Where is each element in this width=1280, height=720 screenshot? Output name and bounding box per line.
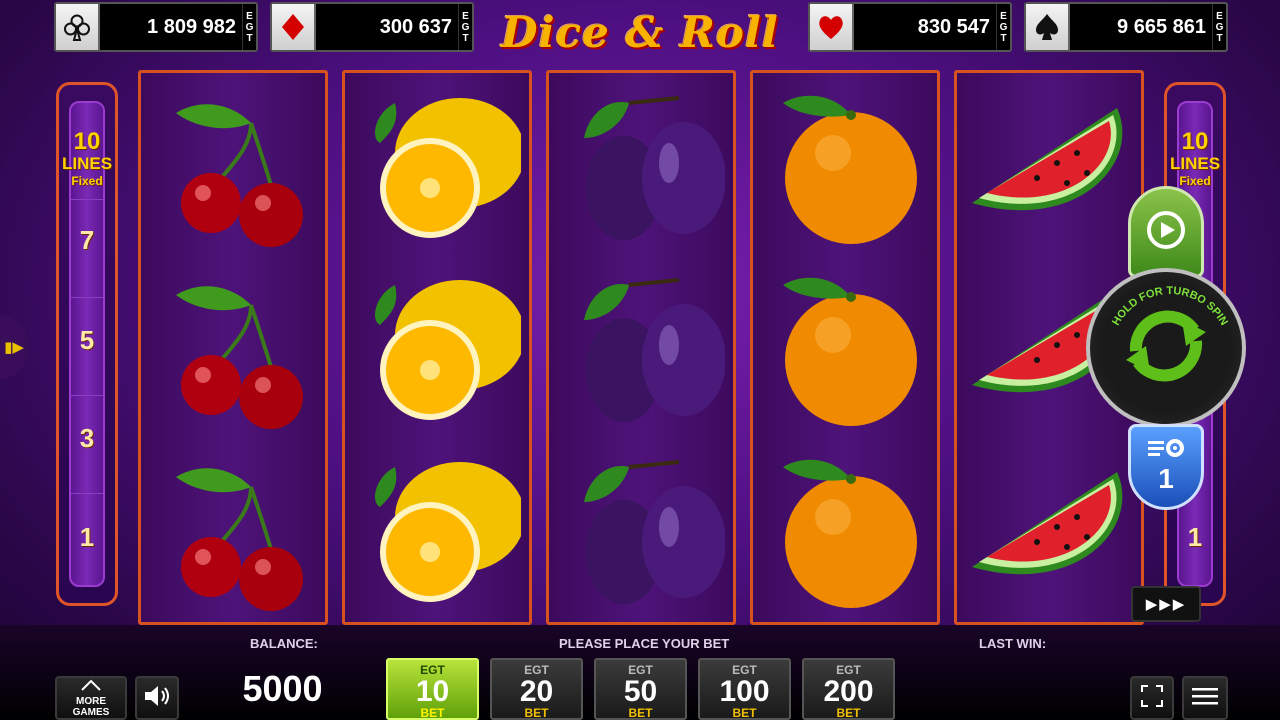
jackpot-value: 830 547 xyxy=(917,15,990,38)
orange-icon xyxy=(763,447,929,613)
jackpot-clubs: 1 809 982 EGT xyxy=(54,2,258,52)
line-number: 1 xyxy=(1187,522,1203,552)
lines-label: LINES xyxy=(61,154,113,173)
bet-amount: 20 xyxy=(519,675,554,708)
line-number: 3 xyxy=(79,423,95,453)
watermelon-icon xyxy=(967,83,1133,249)
jackpot-value: 300 637 xyxy=(379,15,452,38)
bet-label: BET xyxy=(836,706,861,720)
turbo-spin-text: HOLD FOR TURBO SPIN xyxy=(1110,285,1230,328)
clubs-icon xyxy=(56,4,100,50)
jackpot-value: 9 665 861 xyxy=(1117,15,1206,38)
watermelon-icon xyxy=(967,447,1133,613)
bet-button-50[interactable]: EGT 50 BET xyxy=(594,658,687,720)
cherry-icon xyxy=(151,83,317,249)
hamburger-icon xyxy=(1192,686,1218,711)
speed-button[interactable]: ▶▶▶ xyxy=(1131,586,1201,622)
gear-icon xyxy=(1146,437,1186,464)
egt-badge: EGT xyxy=(242,4,256,50)
lines-count: 10 xyxy=(73,128,101,155)
bet-amount: 200 xyxy=(823,675,874,708)
bet-label: BET xyxy=(420,706,445,720)
bet-amount: 100 xyxy=(719,675,770,708)
svg-text:HOLD FOR TURBO SPIN: HOLD FOR TURBO SPIN xyxy=(1110,285,1230,328)
bet-amount: 10 xyxy=(415,675,450,708)
bet-label: BET xyxy=(628,706,653,720)
diamonds-icon xyxy=(272,4,316,50)
expand-icon: ▮▶ xyxy=(4,339,24,356)
bet-amount: 50 xyxy=(623,675,658,708)
more-games-button[interactable]: MORE GAMES xyxy=(55,676,127,720)
line-number: 7 xyxy=(79,225,95,255)
lemon-icon xyxy=(355,447,525,613)
cherry-icon xyxy=(151,265,317,431)
reel-1 xyxy=(138,70,328,625)
fullscreen-icon xyxy=(1140,684,1164,713)
balance-value: 5000 xyxy=(242,668,323,709)
fixed-label: Fixed xyxy=(1179,174,1211,188)
orange-icon xyxy=(763,83,929,249)
spades-icon xyxy=(1026,4,1070,50)
lines-count: 10 xyxy=(1181,128,1209,155)
fullscreen-button[interactable] xyxy=(1130,676,1174,720)
plum-icon xyxy=(559,83,726,249)
reel-2 xyxy=(342,70,532,625)
egt-badge: EGT xyxy=(996,4,1010,50)
menu-button[interactable] xyxy=(1182,676,1228,720)
lemon-icon xyxy=(355,265,525,431)
jackpot-hearts: 830 547 EGT xyxy=(808,2,1012,52)
bet-prompt: PLEASE PLACE YOUR BET xyxy=(559,636,730,651)
bet-label: BET xyxy=(524,706,549,720)
line-number: 1 xyxy=(79,522,95,552)
bet-button-20[interactable]: EGT 20 BET xyxy=(490,658,583,720)
line-number: 5 xyxy=(79,325,95,355)
side-menu-tab[interactable]: ▮▶ xyxy=(0,315,28,379)
bet-button-100[interactable]: EGT 100 BET xyxy=(698,658,791,720)
orange-icon xyxy=(763,265,929,431)
reel-3 xyxy=(546,70,736,625)
autoplay-icon xyxy=(1144,208,1188,257)
plum-icon xyxy=(559,265,726,431)
jackpot-spades: 9 665 861 EGT xyxy=(1024,2,1228,52)
bet-button-200[interactable]: EGT 200 BET xyxy=(802,658,895,720)
autoplay-count: 1 xyxy=(1158,463,1174,494)
bet-label: BET xyxy=(732,706,757,720)
fast-forward-icon: ▶▶▶ xyxy=(1145,596,1187,613)
reel-4 xyxy=(750,70,940,625)
auto-settings-button[interactable]: 1 xyxy=(1128,424,1204,510)
bet-button-10[interactable]: EGT 10 BET xyxy=(386,658,479,720)
spin-button[interactable]: HOLD FOR TURBO SPIN xyxy=(1086,268,1246,428)
home-icon xyxy=(80,678,102,696)
lines-panel-left: 10 LINES Fixed 7 5 3 1 xyxy=(56,82,118,606)
egt-badge: EGT xyxy=(1212,4,1226,50)
lemon-icon xyxy=(355,83,525,249)
last-win-label: LAST WIN: xyxy=(979,636,1047,651)
egt-badge: EGT xyxy=(458,4,472,50)
cherry-icon xyxy=(151,447,317,613)
plum-icon xyxy=(559,447,726,613)
autoplay-button[interactable] xyxy=(1128,186,1204,278)
jackpot-diamonds: 300 637 EGT xyxy=(270,2,474,52)
balance-label: BALANCE: xyxy=(250,636,318,651)
game-logo: Dice & Roll xyxy=(501,7,779,57)
hearts-icon xyxy=(810,4,854,50)
sound-button[interactable] xyxy=(135,676,179,720)
jackpot-value: 1 809 982 xyxy=(147,15,236,38)
more-games-label: MORE GAMES xyxy=(72,696,110,718)
fixed-label: Fixed xyxy=(71,174,103,188)
speaker-icon xyxy=(143,684,171,713)
lines-label: LINES xyxy=(1169,154,1221,173)
